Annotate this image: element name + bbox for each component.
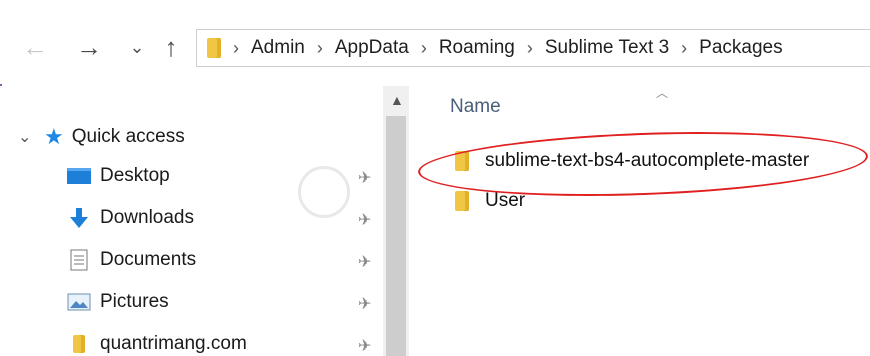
up-button[interactable]: ↑ [156,30,186,64]
chevron-right-icon[interactable]: › [317,38,323,59]
pin-icon[interactable]: ✈ [358,252,371,272]
sidebar-item-downloads[interactable]: Downloads [66,207,194,229]
pictures-icon [66,292,92,312]
breadcrumb-item-sublime-text-3[interactable]: Sublime Text 3 [545,37,669,59]
address-bar[interactable]: › Admin › AppData › Roaming › Sublime Te… [196,29,870,67]
chevron-right-icon[interactable]: › [421,38,427,59]
watermark-logo-icon [298,166,350,218]
up-arrow-icon: ↑ [164,31,178,62]
forward-button[interactable]: → [70,30,108,64]
sidebar-item-label: quantrimang.com [100,333,247,354]
sidebar-item-label: Desktop [100,165,170,186]
file-list-pane [409,86,870,356]
pin-icon[interactable]: ✈ [358,210,371,230]
sidebar-item-pictures[interactable]: Pictures [66,291,169,313]
breadcrumb-item-appdata[interactable]: AppData [335,37,409,59]
sidebar-item-label: Quick access [71,126,185,147]
sidebar-item-label: Documents [100,249,197,270]
chevron-down-icon[interactable]: ⌄ [18,127,40,147]
chevron-right-icon[interactable]: › [527,38,533,59]
forward-arrow-icon: → [76,31,102,62]
breadcrumb: › Admin › AppData › Roaming › Sublime Te… [221,37,783,59]
pin-icon[interactable]: ✈ [358,294,371,314]
sidebar-item-documents[interactable]: Documents [66,249,196,271]
chevron-right-icon[interactable]: › [681,38,687,59]
sidebar-item-label: Downloads [100,207,194,228]
breadcrumb-item-roaming[interactable]: Roaming [439,37,515,59]
folder-icon [207,38,221,58]
download-icon [66,208,92,228]
scroll-up-icon[interactable]: ▲ [390,92,404,108]
back-arrow-icon: ← [22,31,48,62]
breadcrumb-item-admin[interactable]: Admin [251,37,305,59]
navigation-bar: ← → ⌄ ↑ › Admin › AppData › Roaming › Su… [0,0,870,84]
column-header-name[interactable]: Name [450,96,501,118]
pin-icon[interactable]: ✈ [358,168,371,188]
recent-locations-button[interactable]: ⌄ [126,30,148,64]
sidebar-item-desktop[interactable]: Desktop [66,165,170,187]
chevron-right-icon: › [233,37,239,58]
sidebar-item-quick-access[interactable]: ⌄ ★ Quick access [18,124,185,150]
pin-icon[interactable]: ✈ [358,336,371,356]
folder-icon [455,191,469,211]
sidebar-item-label: Pictures [100,291,169,312]
breadcrumb-item-packages[interactable]: Packages [699,37,782,59]
star-icon: ★ [44,124,64,149]
sort-ascending-icon: ︿ [656,86,669,100]
sidebar-item-quantrimang[interactable]: quantrimang.com [66,333,247,355]
back-button[interactable]: ← [16,30,54,64]
documents-icon [66,249,92,271]
scrollbar-thumb[interactable] [386,116,406,356]
folder-icon [66,334,92,354]
chevron-down-icon: ⌄ [129,36,145,57]
desktop-icon [66,166,92,186]
